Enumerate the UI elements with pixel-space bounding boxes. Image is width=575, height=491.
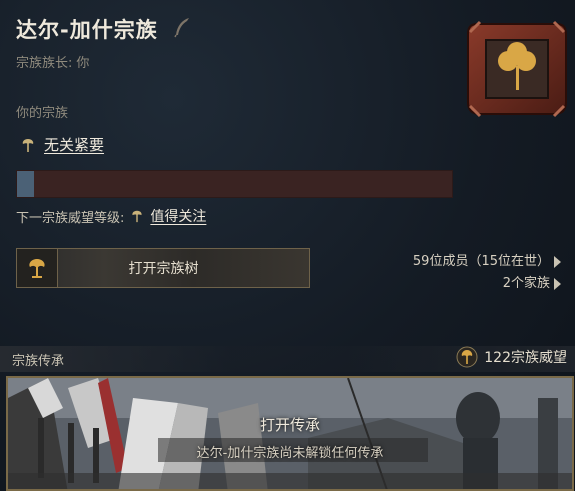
open-legacy-button[interactable]: 打开传承 达尔-加什宗族尚未解锁任何传承 (6, 376, 574, 491)
legacy-section-label: 宗族传承 (12, 354, 65, 369)
open-family-tree-button[interactable]: 打开宗族树 (16, 248, 310, 288)
open-family-tree-label: 打开宗族树 (128, 261, 199, 277)
renown-tree-icon (132, 210, 142, 223)
quill-icon[interactable] (172, 16, 192, 38)
your-house-label: 你的宗族 (16, 106, 69, 121)
renown-current[interactable]: 无关紧要 (20, 134, 104, 155)
next-renown-level[interactable]: 值得关注 (150, 206, 206, 226)
family-tree-icon (17, 249, 58, 287)
legacy-locked-note: 达尔-加什宗族尚未解锁任何传承 (196, 446, 384, 461)
house-head-label: 宗族族长: (16, 56, 73, 71)
renown-progress-fill (17, 171, 35, 197)
house-crest-icon[interactable] (462, 14, 572, 124)
arrow-right-icon (554, 255, 561, 268)
renown-tree-icon (22, 138, 34, 152)
members-count-text: 59位成员（15位在世） (412, 254, 550, 269)
open-legacy-label: 打开传承 (259, 416, 320, 434)
house-title: 达尔-加什宗族 (16, 18, 158, 42)
next-renown-label: 下一宗族威望等级: (16, 210, 125, 226)
houses-count-text: 2个家族 (502, 276, 550, 291)
legacy-renown-value: 122宗族威望 (484, 350, 567, 366)
next-renown-row: 下一宗族威望等级: 值得关注 (16, 206, 206, 226)
legacy-renown[interactable]: 122宗族威望 (456, 346, 567, 368)
renown-current-level[interactable]: 无关紧要 (44, 134, 104, 155)
houses-count[interactable]: 2个家族 (503, 272, 561, 291)
members-count[interactable]: 59位成员（15位在世） (413, 250, 561, 269)
arrow-right-icon (554, 277, 561, 290)
house-head-value[interactable]: 你 (76, 56, 89, 71)
renown-progress-bar (16, 170, 453, 198)
house-head-line: 宗族族长: 你 (16, 52, 89, 71)
renown-tree-icon (456, 346, 478, 368)
